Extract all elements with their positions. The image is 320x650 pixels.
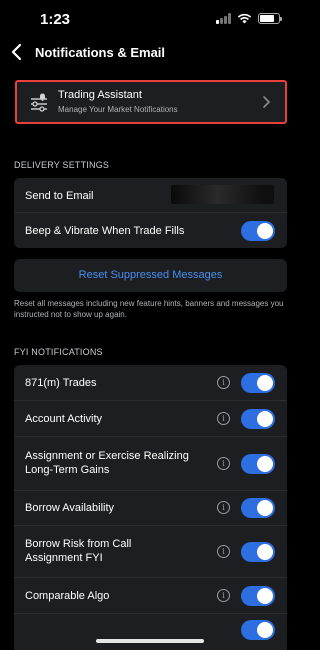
- send-to-email-row[interactable]: Send to Email: [14, 178, 287, 213]
- battery-icon: [258, 13, 282, 24]
- page-title: Notifications & Email: [35, 45, 166, 60]
- send-to-email-label: Send to Email: [25, 190, 94, 202]
- fyi-toggle-borrow-risk[interactable]: [241, 542, 275, 562]
- sliders-bell-icon: [31, 93, 47, 112]
- cellular-signal-icon: [216, 13, 231, 24]
- nav-header: Notifications & Email: [0, 40, 300, 68]
- wifi-icon: [237, 13, 252, 24]
- fyi-label-borrow-availability: Borrow Availability: [25, 502, 115, 514]
- beep-vibrate-row: Beep & Vibrate When Trade Fills: [14, 213, 287, 248]
- info-icon[interactable]: i: [217, 501, 230, 514]
- section-label-delivery: DELIVERY SETTINGS: [14, 160, 110, 170]
- delivery-settings-group: Send to Email Beep & Vibrate When Trade …: [14, 178, 287, 248]
- info-icon[interactable]: i: [217, 545, 230, 558]
- fyi-row-871m-trades: 871(m) Trades i: [14, 365, 287, 401]
- fyi-toggle-account-activity[interactable]: [241, 409, 275, 429]
- fyi-row-borrow-risk: Borrow Risk from Call Assignment FYI i: [14, 526, 287, 578]
- fyi-label-assignment-exercise: Assignment or Exercise Realizing Long-Te…: [25, 450, 189, 476]
- trading-assistant-card[interactable]: Trading Assistant Manage Your Market Not…: [15, 80, 287, 124]
- fyi-label-871m-trades: 871(m) Trades: [25, 377, 97, 389]
- reset-suppressed-messages-button[interactable]: Reset Suppressed Messages: [14, 259, 287, 292]
- info-icon[interactable]: i: [217, 412, 230, 425]
- fyi-row-borrow-availability: Borrow Availability i: [14, 491, 287, 526]
- email-value-redacted: [171, 185, 274, 204]
- beep-vibrate-toggle[interactable]: [241, 221, 275, 241]
- info-icon[interactable]: i: [217, 376, 230, 389]
- info-icon[interactable]: i: [217, 589, 230, 602]
- reset-note: Reset all messages including new feature…: [14, 299, 284, 319]
- fyi-row-partial: [14, 614, 287, 640]
- fyi-toggle-871m-trades[interactable]: [241, 373, 275, 393]
- fyi-row-account-activity: Account Activity i: [14, 401, 287, 437]
- home-indicator: [96, 639, 204, 643]
- status-icons: [216, 13, 282, 24]
- status-time: 1:23: [40, 11, 71, 28]
- fyi-label-comparable-algo: Comparable Algo: [25, 590, 110, 602]
- beep-vibrate-label: Beep & Vibrate When Trade Fills: [25, 225, 185, 237]
- chevron-right-icon: [263, 96, 271, 108]
- fyi-toggle-partial[interactable]: [241, 620, 275, 640]
- fyi-row-assignment-exercise: Assignment or Exercise Realizing Long-Te…: [14, 437, 287, 491]
- back-chevron-icon[interactable]: [8, 42, 26, 62]
- fyi-row-comparable-algo: Comparable Algo i: [14, 578, 287, 614]
- fyi-toggle-assignment-exercise[interactable]: [241, 454, 275, 474]
- fyi-toggle-comparable-algo[interactable]: [241, 586, 275, 606]
- fyi-label-borrow-risk: Borrow Risk from Call Assignment FYI: [25, 538, 132, 564]
- trading-assistant-subtitle: Manage Your Market Notifications: [58, 105, 178, 114]
- fyi-notifications-group: 871(m) Trades i Account Activity i Assig…: [14, 365, 287, 650]
- trading-assistant-title: Trading Assistant: [58, 89, 142, 101]
- fyi-toggle-borrow-availability[interactable]: [241, 498, 275, 518]
- fyi-label-account-activity: Account Activity: [25, 413, 103, 425]
- status-bar: 1:23: [0, 0, 300, 40]
- section-label-fyi: FYI NOTIFICATIONS: [14, 347, 103, 357]
- info-icon[interactable]: i: [217, 457, 230, 470]
